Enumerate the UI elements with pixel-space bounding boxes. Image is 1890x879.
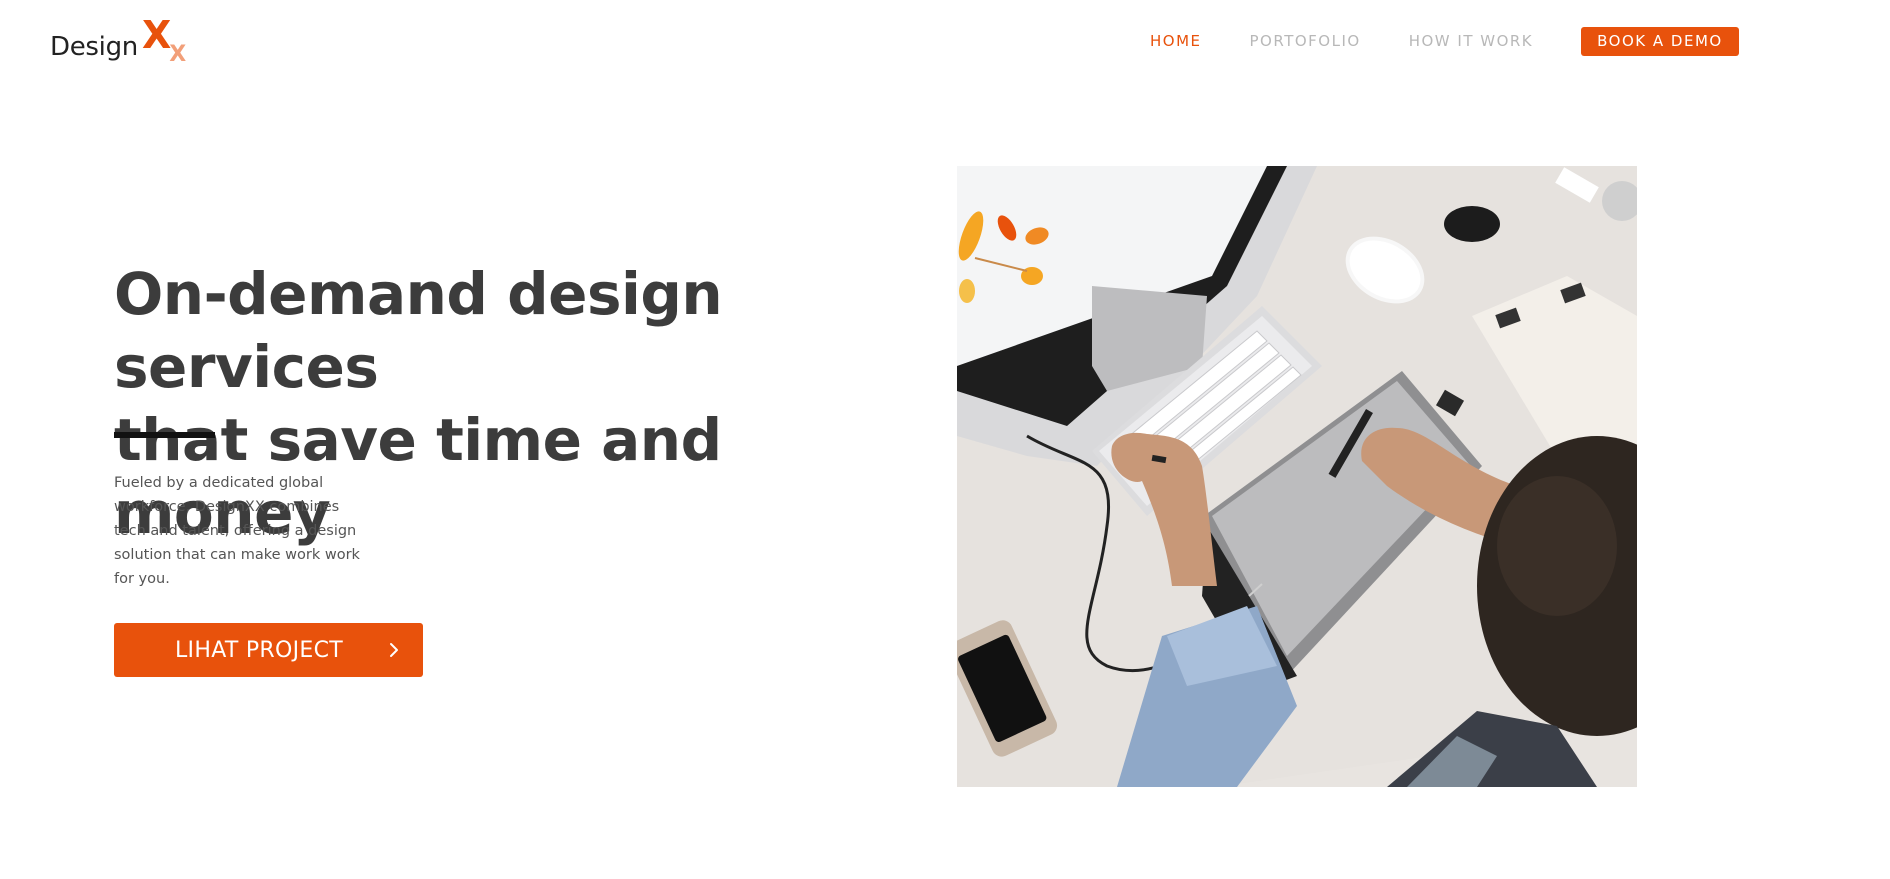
nav-link-portfolio[interactable]: PORTOFOLIO: [1250, 32, 1361, 50]
view-project-button[interactable]: LIHAT PROJECT: [114, 623, 423, 677]
brand-logo-mark-small: X: [169, 42, 187, 67]
book-demo-button[interactable]: BOOK A DEMO: [1581, 26, 1739, 56]
designer-desk-illustration: [957, 166, 1637, 787]
brand-logo-word: Design: [50, 32, 138, 62]
brand-logo-mark: X: [141, 13, 172, 57]
chevron-right-icon: [389, 642, 423, 658]
hero-divider: [114, 432, 215, 438]
view-project-button-label: LIHAT PROJECT: [175, 637, 344, 663]
brand-logo[interactable]: Design X X: [50, 13, 186, 66]
hero-image: [957, 166, 1637, 787]
hero-description: Fueled by a dedicated global workforce, …: [114, 475, 360, 587]
hero-title-line-1: On-demand design services: [114, 260, 723, 401]
landing-page: Design X X HOME PORTOFOLIO HOW IT WORK B…: [0, 0, 1890, 879]
main-nav: HOME PORTOFOLIO HOW IT WORK BOOK A DEMO: [1150, 26, 1739, 56]
nav-link-home[interactable]: HOME: [1150, 32, 1202, 50]
nav-link-how-it-work[interactable]: HOW IT WORK: [1409, 32, 1533, 50]
